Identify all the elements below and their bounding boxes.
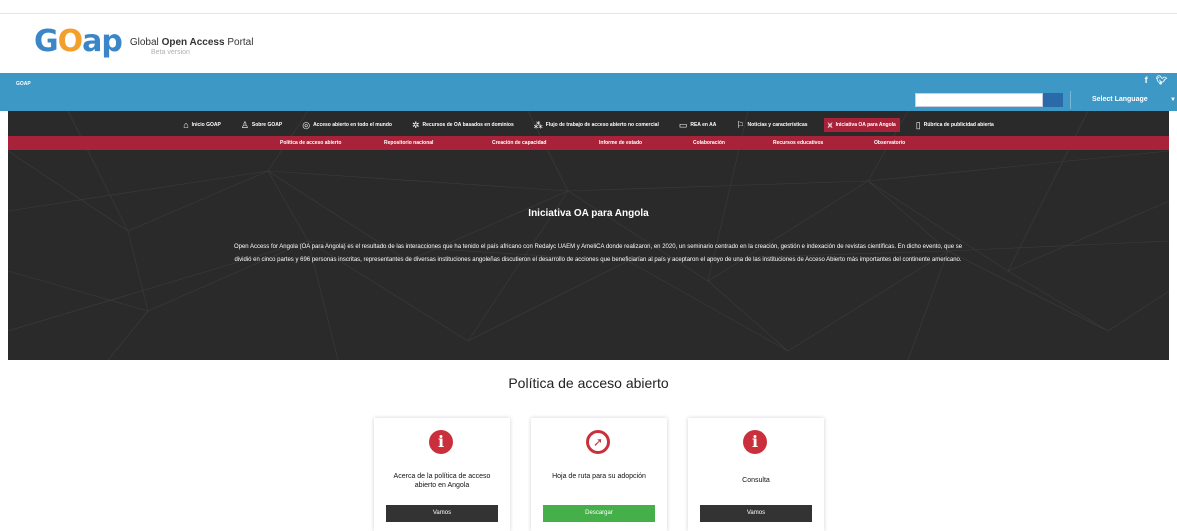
card-label: Hoja de ruta para su adopción [552, 473, 646, 480]
chevron-down-icon[interactable]: ▼ [1170, 97, 1176, 103]
vamos-button[interactable]: Vamos [386, 505, 498, 522]
rea-icon: ▭ [678, 119, 688, 130]
star-icon: ✲ [411, 119, 420, 130]
document-icon: ▯ [915, 119, 921, 130]
hero-banner: ⌂ Inicio GOAP ♙ Sobre GOAP ◎ Acceso abierto… [8, 111, 1169, 360]
nav-sobre-goap[interactable]: ♙ Sobre GOAP [237, 118, 286, 132]
subnav-colaboracion[interactable]: Colaboración [693, 140, 725, 146]
goap-logo[interactable]: GOap Global Open Access Portal Beta vers… [34, 27, 253, 57]
subnav-observatorio[interactable]: Observatorio [874, 140, 905, 146]
goap-logo-mark: GOap [34, 24, 123, 59]
nav-rea-en-aa[interactable]: ▭ REA en AA [675, 118, 721, 132]
nav-label: Rúbrica de publicidad abierta [923, 122, 994, 128]
info-icon: i [429, 430, 453, 454]
hero-title: Iniciativa OA para Angola [528, 208, 649, 219]
flow-icon: ⁂ [533, 119, 543, 130]
brand-bold: Open Access [161, 36, 225, 48]
site-name: Global Open Access Portal [130, 37, 254, 48]
search-button[interactable] [1043, 93, 1063, 107]
search-input[interactable] [915, 93, 1043, 107]
card-hoja-de-ruta: ➚ Hoja de ruta para su adopción Descarga… [531, 418, 667, 531]
top-divider [0, 13, 1177, 14]
language-selector[interactable]: Select Language [1092, 96, 1148, 103]
social-links: f 🐦︎ [1145, 75, 1167, 86]
nav-label: REA en AA [690, 122, 717, 128]
nav-acceso-abierto-mundo[interactable]: ◎ Acceso abierto en todo el mundo [298, 118, 396, 132]
globe-icon: ◎ [302, 119, 311, 130]
subnav-repositorio-nacional[interactable]: Repositorio nacional [384, 140, 433, 146]
top-blue-bar: GOAP f 🐦︎ Select Language ▼ [0, 73, 1177, 111]
nav-label: Iniciativa OA para Angola [835, 122, 896, 128]
card-acerca-politica: i Acerca de la política de acceso abiert… [374, 418, 510, 531]
subnav-politica-acceso-abierto[interactable]: Política de acceso abierto [280, 140, 341, 146]
mountain-icon: ⩙ [827, 119, 833, 130]
home-icon: ⌂ [183, 120, 189, 130]
nav-iniciativa-oa-angola[interactable]: ⩙ Iniciativa OA para Angola [823, 118, 900, 132]
sub-navigation: Política de acceso abierto Repositorio n… [8, 136, 1169, 150]
bar-divider [1070, 91, 1071, 109]
main-navigation: ⌂ Inicio GOAP ♙ Sobre GOAP ◎ Acceso abierto… [8, 115, 1169, 135]
section-title: Política de acceso abierto [508, 375, 669, 391]
nav-inicio-goap[interactable]: ⌂ Inicio GOAP [179, 118, 225, 132]
facebook-icon[interactable]: f [1145, 75, 1148, 86]
nav-label: Noticias y características [747, 122, 808, 128]
nav-noticias[interactable]: ⚐ Noticias y características [732, 118, 811, 132]
card-label: Acerca de la política de acceso abierto … [393, 473, 491, 489]
brand-end: Portal [224, 36, 254, 48]
nav-label: Recursos de OA basados en dominios [422, 122, 514, 128]
nav-label: Inicio GOAP [191, 122, 221, 128]
nav-flujo-trabajo[interactable]: ⁂ Flujo de trabajo de acceso abierto no c… [530, 118, 663, 132]
news-icon: ⚐ [736, 119, 745, 130]
nav-label: Acceso abierto en todo el mundo [313, 122, 392, 128]
nav-rubrica-publicidad[interactable]: ▯ Rúbrica de publicidad abierta [912, 118, 998, 132]
info-icon: i [743, 430, 767, 454]
hero-description: Open Access for Angola (OA para Angola) … [233, 244, 963, 263]
user-icon: ♙ [240, 119, 249, 130]
vamos-button[interactable]: Vamos [700, 505, 812, 522]
twitter-icon[interactable]: 🐦︎ [1156, 75, 1167, 86]
site-label[interactable]: GOAP [16, 81, 31, 87]
card-label: Consulta [742, 477, 770, 484]
subnav-recursos-educativos[interactable]: Recursos educativos [773, 140, 823, 146]
beta-label: Beta version [151, 49, 190, 56]
nav-label: Flujo de trabajo de acceso abierto no co… [545, 122, 659, 128]
subnav-informe-estado[interactable]: Informe de estado [599, 140, 642, 146]
card-consulta: i Consulta Vamos [688, 418, 824, 531]
subnav-creacion-capacidad[interactable]: Creación de capacidad [492, 140, 546, 146]
compass-icon: ➚ [586, 430, 610, 454]
descargar-button[interactable]: Descargar [543, 505, 655, 522]
nav-recursos-oa[interactable]: ✲ Recursos de OA basados en dominios [408, 118, 518, 132]
brand-regular: Global [129, 36, 162, 48]
nav-label: Sobre GOAP [251, 122, 283, 128]
